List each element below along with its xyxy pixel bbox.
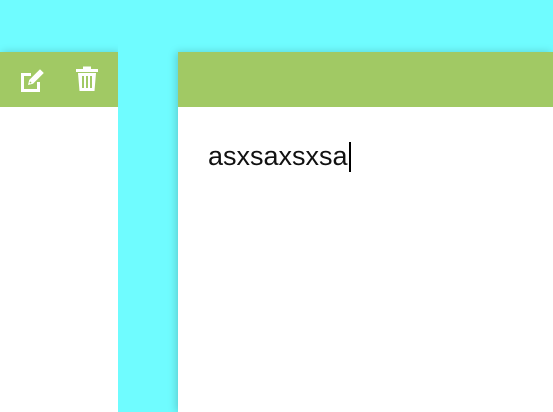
editor-text: asxsaxsxsa (208, 141, 348, 171)
delete-button[interactable] (72, 65, 102, 95)
text-caret (348, 142, 351, 172)
editor-panel: asxsaxsxsa (178, 52, 553, 412)
edit-icon (21, 69, 44, 92)
left-toolbar (0, 52, 118, 107)
edit-button[interactable] (17, 65, 47, 95)
trash-icon (76, 66, 98, 91)
editor-text-area[interactable]: asxsaxsxsa (208, 140, 351, 172)
editor-toolbar (178, 52, 553, 107)
app-background (0, 0, 553, 52)
left-panel (0, 52, 118, 412)
panel-divider (118, 0, 178, 412)
